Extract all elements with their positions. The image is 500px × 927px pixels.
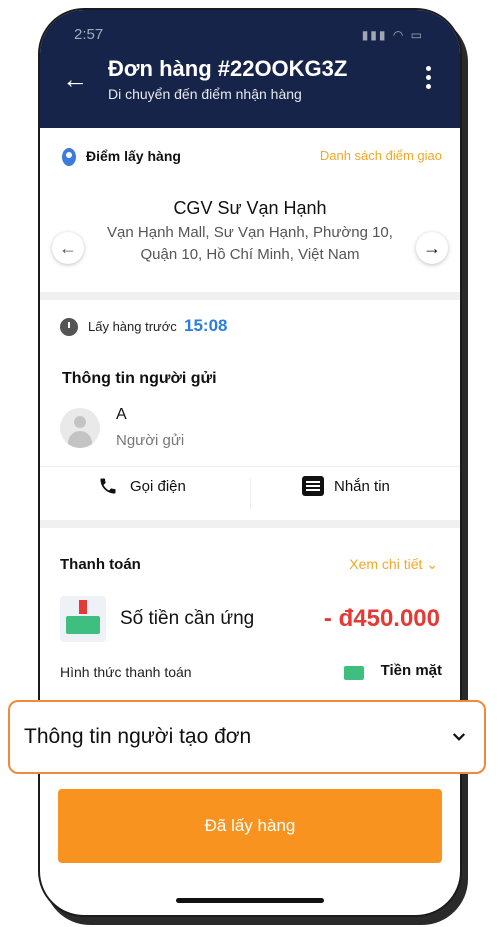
status-icons: ▮▮▮ ◠ ▭ — [361, 28, 424, 42]
advance-amount-label: Số tiền cần ứng — [120, 608, 255, 629]
message-label: Nhắn tin — [334, 477, 390, 495]
dropoff-list-link[interactable]: Danh sách điểm giao — [320, 148, 442, 163]
location-name: CGV Sư Vạn Hạnh — [173, 198, 327, 218]
avatar — [60, 408, 100, 448]
sender-role: Người gửi — [116, 432, 185, 449]
pickup-deadline-time: 15:08 — [184, 316, 228, 335]
advance-amount-value: - đ450.000 — [323, 605, 440, 632]
section-divider — [40, 292, 460, 300]
phone-icon — [100, 478, 116, 494]
call-button[interactable]: Gọi điện — [98, 476, 186, 496]
phone-frame: 2:57 ▮▮▮ ◠ ▭ ← Đơn hàng #22OOKG3Z Di chu… — [40, 10, 460, 915]
order-subtitle: Di chuyển đến điểm nhận hàng — [108, 86, 302, 102]
order-title: Đơn hàng #22OOKG3Z — [108, 56, 348, 81]
call-label: Gọi điện — [130, 477, 186, 495]
chevron-down-icon: ⌄ — [426, 556, 438, 572]
more-menu-icon[interactable] — [426, 66, 432, 89]
message-icon — [302, 476, 324, 496]
action-divider — [250, 478, 251, 508]
payment-method-label: Hình thức thanh toán — [60, 664, 192, 680]
home-indicator — [176, 898, 324, 903]
pickup-before-label: Lấy hàng trước — [88, 319, 177, 334]
chevron-down-icon — [452, 733, 466, 741]
sender-name: A — [116, 406, 127, 423]
cash-icon — [344, 666, 364, 680]
previous-location-button[interactable]: ← — [52, 232, 84, 264]
back-arrow-icon[interactable]: ← — [62, 64, 88, 95]
creator-info-row[interactable]: Thông tin người tạo đơn — [8, 700, 486, 774]
location-pin-icon — [62, 148, 76, 166]
payment-title: Thanh toán — [60, 556, 141, 573]
location-address: Vạn Hạnh Mall, Sư Vạn Hạnh, Phường 10, Q… — [107, 224, 393, 263]
next-location-button[interactable]: → — [416, 232, 448, 264]
app-header: 2:57 ▮▮▮ ◠ ▭ ← Đơn hàng #22OOKG3Z Di chu… — [40, 10, 460, 128]
picked-up-button[interactable]: Đã lấy hàng — [58, 789, 442, 863]
sender-info-title: Thông tin người gửi — [62, 370, 217, 387]
section-divider — [40, 520, 460, 528]
payment-method-value: Tiền mặt — [380, 662, 442, 679]
status-time: 2:57 — [74, 26, 104, 43]
payment-detail-link[interactable]: Xem chi tiết ⌄ — [349, 556, 438, 573]
creator-info-label: Thông tin người tạo đơn — [24, 725, 252, 748]
pickup-point-label: Điểm lấy hàng — [86, 148, 181, 164]
message-button[interactable]: Nhắn tin — [302, 476, 390, 496]
money-advance-icon — [60, 596, 106, 642]
clock-icon — [60, 318, 78, 336]
